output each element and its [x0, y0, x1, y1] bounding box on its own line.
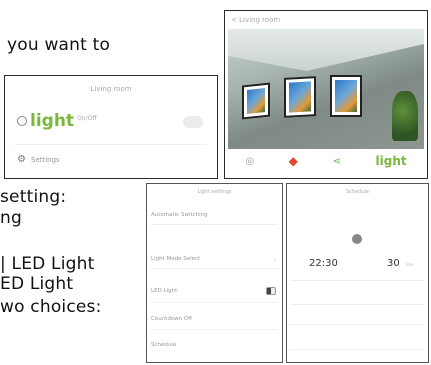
- settings-row-led-light: LED Light: [151, 288, 178, 294]
- doc-line-1: you want to: [7, 35, 111, 55]
- divider: [151, 224, 278, 225]
- divider: [291, 304, 424, 305]
- card-divider: [15, 144, 207, 145]
- picture-frame: [284, 76, 316, 118]
- camera-header[interactable]: < Living room: [225, 11, 427, 29]
- light-settings-panel: Light settings Automatic Switching Light…: [146, 183, 283, 363]
- schedule-title: Schedule: [346, 189, 369, 195]
- settings-row-schedule[interactable]: Schedule: [151, 342, 278, 348]
- time-off-unit: min: [406, 262, 414, 267]
- divider: [291, 280, 424, 281]
- divider: [291, 349, 424, 350]
- share-icon[interactable]: ⋖: [333, 156, 341, 167]
- settings-label: Settings: [30, 155, 60, 164]
- day-selector[interactable]: · · · · · ·: [293, 234, 422, 244]
- divider: [291, 324, 424, 325]
- light-row[interactable]: light On/Off: [17, 109, 96, 133]
- settings-row-light-mode[interactable]: Light Mode Select: [151, 256, 278, 262]
- alarm-icon[interactable]: ◆: [289, 154, 298, 168]
- doc-line-4: | LED Light: [0, 254, 95, 274]
- picture-frame: [242, 82, 270, 120]
- living-room-card: Living room light On/Off ⚙ Settings: [4, 75, 218, 179]
- selected-day-dot[interactable]: [352, 234, 363, 244]
- onoff-label: On/Off: [77, 114, 97, 122]
- doc-line-6: wo choices:: [0, 297, 102, 317]
- settings-row[interactable]: ⚙ Settings: [17, 154, 60, 165]
- settings-title: Light settings: [197, 189, 232, 195]
- led-light-toggle[interactable]: [266, 287, 276, 295]
- camera-view: ⤢: [228, 29, 424, 149]
- gear-icon: ⚙: [17, 154, 26, 165]
- schedule-panel: Schedule · · · · · · 22:30 30 min: [286, 183, 429, 363]
- camera-toolbar: ◎ ◆ ⋖ light: [228, 147, 424, 175]
- camera-light-button[interactable]: light: [376, 154, 407, 168]
- settings-row-countdown[interactable]: Countdown Off: [151, 316, 278, 322]
- doc-line-3: ng: [0, 208, 22, 228]
- divider: [151, 329, 278, 330]
- doc-line-2: setting:: [0, 187, 67, 207]
- divider: [151, 302, 278, 303]
- picture-frame: [330, 75, 362, 117]
- fullscreen-icon[interactable]: ⤢: [413, 32, 419, 41]
- time-off-value[interactable]: 30: [387, 258, 400, 269]
- snapshot-icon[interactable]: ◎: [245, 156, 254, 167]
- light-label: light: [30, 111, 75, 131]
- ceiling-shape: [228, 29, 424, 71]
- doc-line-5: ED Light: [0, 274, 74, 294]
- settings-row-automatic[interactable]: Automatic Switching: [151, 212, 278, 218]
- chevron-right-icon: ›: [274, 257, 276, 263]
- bulb-icon: [17, 116, 27, 126]
- time-on[interactable]: 22:30: [309, 258, 338, 269]
- card-title: Living room: [90, 85, 132, 93]
- plant-shape: [392, 91, 418, 141]
- light-toggle[interactable]: [183, 116, 203, 128]
- divider: [151, 268, 278, 269]
- camera-panel: < Living room ⤢ ◎ ◆ ⋖ light: [224, 10, 428, 179]
